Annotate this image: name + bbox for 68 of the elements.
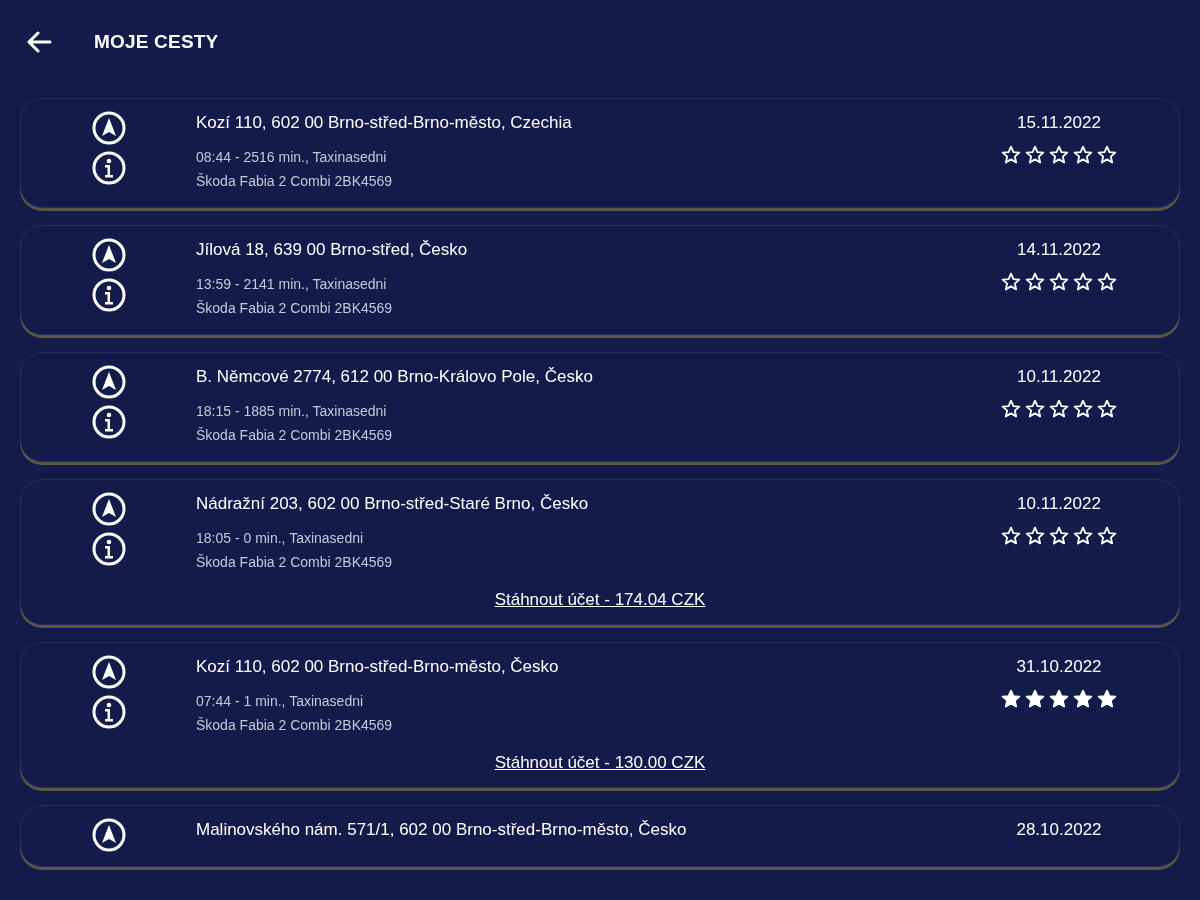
star-icon[interactable] [1097, 145, 1117, 165]
star-icon[interactable] [1025, 399, 1045, 419]
trip-card[interactable]: Malinovského nám. 571/1, 602 00 Brno-střed-Brno-město, Česko 28.10.2022 [20, 805, 1180, 867]
trip-card[interactable]: B. Němcové 2774, 612 00 Brno-Královo Pole, Česko 18:15 - 1885 min., Taxinasedni Škoda Fabia 2 Combi 2BK4569 10.11.2022 [20, 352, 1180, 462]
trip-date: 28.10.2022 [1016, 820, 1102, 840]
page-title: MOJE CESTY [94, 31, 219, 53]
star-icon[interactable] [1001, 145, 1021, 165]
trip-date: 15.11.2022 [1017, 113, 1101, 133]
star-icon[interactable] [1097, 272, 1117, 292]
star-icon[interactable] [1001, 272, 1021, 292]
star-icon[interactable] [1073, 272, 1093, 292]
star-icon[interactable] [1049, 689, 1069, 709]
star-icon[interactable] [1001, 689, 1021, 709]
back-arrow-icon[interactable] [26, 31, 52, 53]
star-icon[interactable] [1049, 526, 1069, 546]
star-icon[interactable] [1097, 689, 1117, 709]
navigation-icon[interactable] [91, 238, 126, 272]
navigation-icon[interactable] [91, 818, 126, 852]
trip-address: Kozí 110, 602 00 Brno-střed-Brno-město, Česko [196, 657, 560, 677]
trip-card[interactable]: Nádražní 203, 602 00 Brno-střed-Staré Brno, Česko 18:05 - 0 min., Taxinasedni Škoda Fabia 2 Combi 2BK4569 10.11.2022 Stáhnout účet - 174.04 CZK [20, 479, 1180, 625]
trip-address: B. Němcové 2774, 612 00 Brno-Královo Pole, Česko [196, 367, 594, 387]
star-icon[interactable] [1097, 399, 1117, 419]
trip-address: Kozí 110, 602 00 Brno-střed-Brno-město, Czechia [196, 113, 573, 133]
trip-address: Jílová 18, 639 00 Brno-střed, Česko [196, 240, 469, 260]
trip-date: 31.10.2022 [1016, 657, 1102, 677]
trip-address: Nádražní 203, 602 00 Brno-střed-Staré Brno, Česko [196, 494, 590, 514]
star-icon[interactable] [1073, 399, 1093, 419]
navigation-icon[interactable] [91, 655, 126, 689]
trip-time: 18:05 - 0 min., Taxinasedni [196, 529, 365, 548]
info-icon[interactable] [91, 532, 126, 566]
trip-time: 18:15 - 1885 min., Taxinasedni [196, 402, 388, 421]
trip-time: 08:44 - 2516 min., Taxinasedni [196, 148, 388, 167]
trip-card[interactable]: Kozí 110, 602 00 Brno-střed-Brno-město, Czechia 08:44 - 2516 min., Taxinasedni Škoda Fabia 2 Combi 2BK4569 15.11.2022 [20, 98, 1180, 208]
trip-date: 10.11.2022 [1017, 494, 1101, 514]
navigation-icon[interactable] [91, 365, 126, 399]
trip-card[interactable]: Jílová 18, 639 00 Brno-střed, Česko 13:59 - 2141 min., Taxinasedni Škoda Fabia 2 Combi 2BK4569 14.11.2022 [20, 225, 1180, 335]
trip-address: Malinovského nám. 571/1, 602 00 Brno-střed-Brno-město, Česko [196, 820, 688, 840]
trip-date: 14.11.2022 [1017, 240, 1101, 260]
star-icon[interactable] [1025, 272, 1045, 292]
info-icon[interactable] [91, 151, 126, 185]
trip-time: 13:59 - 2141 min., Taxinasedni [196, 275, 388, 294]
info-icon[interactable] [91, 695, 126, 729]
vehicle-name: Škoda Fabia 2 Combi 2BK4569 [196, 553, 394, 572]
download-receipt-link[interactable]: Stáhnout účet - 174.04 CZK [494, 590, 706, 610]
star-icon[interactable] [1049, 272, 1069, 292]
star-icon[interactable] [1073, 689, 1093, 709]
star-icon[interactable] [1001, 526, 1021, 546]
star-icon[interactable] [1073, 526, 1093, 546]
star-icon[interactable] [1049, 145, 1069, 165]
star-icon[interactable] [1001, 399, 1021, 419]
vehicle-name: Škoda Fabia 2 Combi 2BK4569 [196, 299, 394, 318]
trip-date: 10.11.2022 [1017, 367, 1101, 387]
info-icon[interactable] [91, 278, 126, 312]
star-icon[interactable] [1049, 399, 1069, 419]
star-icon[interactable] [1073, 145, 1093, 165]
star-icon[interactable] [1097, 526, 1117, 546]
star-icon[interactable] [1025, 526, 1045, 546]
info-icon[interactable] [91, 405, 126, 439]
star-icon[interactable] [1025, 689, 1045, 709]
download-receipt-link[interactable]: Stáhnout účet - 130.00 CZK [494, 753, 706, 773]
vehicle-name: Škoda Fabia 2 Combi 2BK4569 [196, 426, 394, 445]
navigation-icon[interactable] [91, 111, 126, 145]
trip-time: 07:44 - 1 min., Taxinasedni [196, 692, 365, 711]
navigation-icon[interactable] [91, 492, 126, 526]
vehicle-name: Škoda Fabia 2 Combi 2BK4569 [196, 172, 394, 191]
vehicle-name: Škoda Fabia 2 Combi 2BK4569 [196, 716, 394, 735]
star-icon[interactable] [1025, 145, 1045, 165]
trip-card[interactable]: Kozí 110, 602 00 Brno-střed-Brno-město, Česko 07:44 - 1 min., Taxinasedni Škoda Fabia 2 Combi 2BK4569 31.10.2022 Stáhnout účet - 130.00 CZK [20, 642, 1180, 788]
